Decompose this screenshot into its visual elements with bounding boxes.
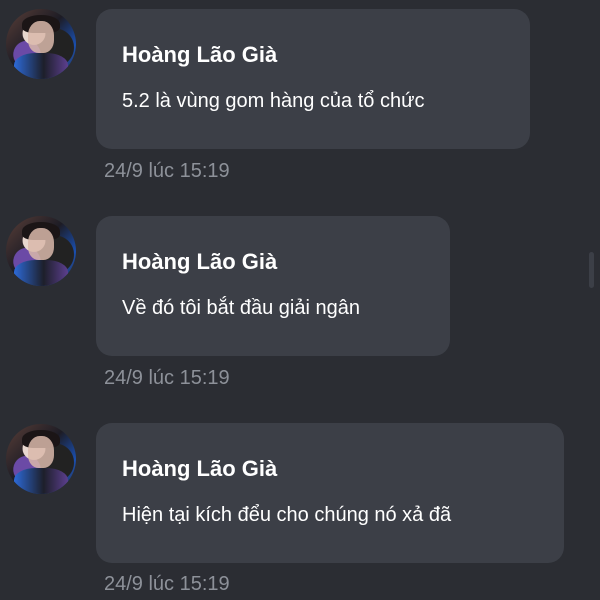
avatar[interactable]	[6, 216, 76, 286]
avatar-body	[14, 53, 68, 79]
scrollbar-thumb[interactable]	[589, 252, 594, 288]
message-text: Hiện tại kích đểu cho chúng nó xả đã	[122, 504, 452, 526]
sender-name[interactable]: Hoàng Lão Già	[122, 249, 277, 275]
avatar-body	[14, 468, 68, 494]
message-timestamp: 24/9 lúc 15:19	[104, 367, 230, 389]
sender-name[interactable]: Hoàng Lão Già	[122, 42, 277, 68]
message-timestamp: 24/9 lúc 15:19	[104, 573, 230, 595]
sender-name[interactable]: Hoàng Lão Già	[122, 456, 277, 482]
message-bubble[interactable]: Hoàng Lão Già Về đó tôi bắt đầu giải ngâ…	[96, 216, 450, 356]
message-text: 5.2 là vùng gom hàng của tổ chức	[122, 90, 425, 112]
avatar[interactable]	[6, 9, 76, 79]
message-timestamp: 24/9 lúc 15:19	[104, 160, 230, 182]
chat-thread: Hoàng Lão Già 5.2 là vùng gom hàng của t…	[0, 0, 600, 600]
avatar[interactable]	[6, 424, 76, 494]
avatar-face	[28, 436, 54, 468]
avatar-face	[28, 21, 54, 53]
message-bubble[interactable]: Hoàng Lão Già Hiện tại kích đểu cho chún…	[96, 423, 564, 563]
message-bubble[interactable]: Hoàng Lão Già 5.2 là vùng gom hàng của t…	[96, 9, 530, 149]
avatar-body	[14, 260, 68, 286]
message-text: Về đó tôi bắt đầu giải ngân	[122, 297, 360, 319]
avatar-face	[28, 228, 54, 260]
